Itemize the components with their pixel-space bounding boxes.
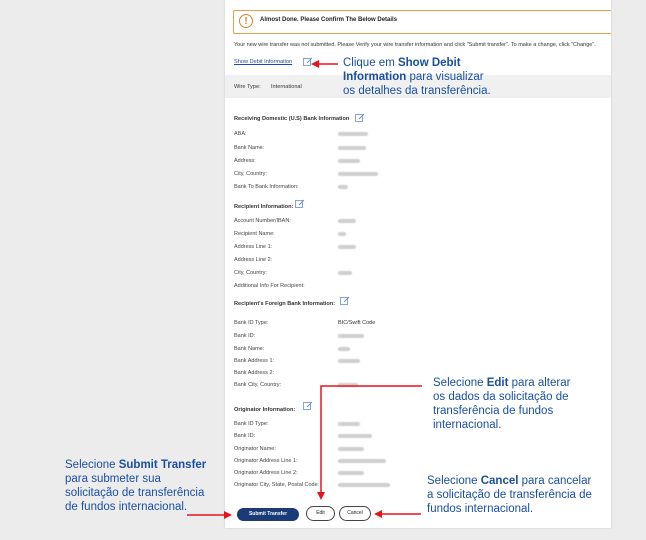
arrow-edit	[317, 385, 422, 500]
annotation-arrows	[187, 60, 422, 519]
